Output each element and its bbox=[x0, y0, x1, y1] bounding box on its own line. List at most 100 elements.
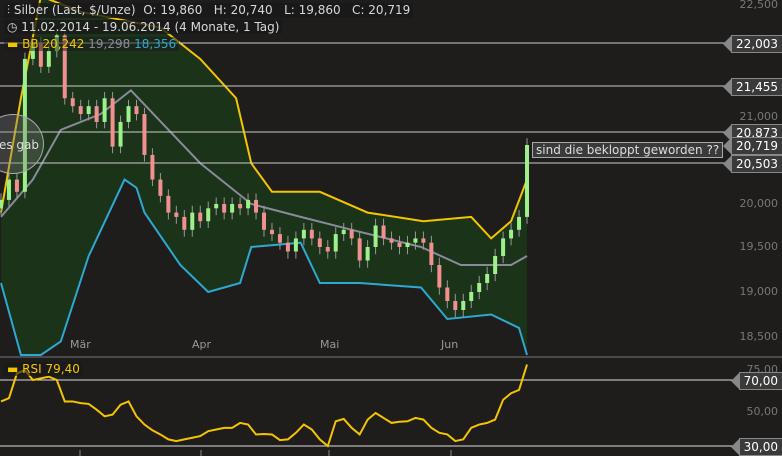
candle-body bbox=[357, 238, 362, 261]
price-tag: 21,455 bbox=[723, 78, 782, 96]
candle-body bbox=[214, 204, 219, 209]
candle-body bbox=[325, 247, 330, 252]
candle-body bbox=[94, 106, 99, 122]
instrument-name: Silber (Last, $/Unze) bbox=[13, 3, 136, 17]
candle-body bbox=[405, 242, 410, 247]
candle-body bbox=[453, 301, 458, 310]
price-tag: 22,003 bbox=[723, 35, 782, 53]
candle-body bbox=[469, 292, 474, 301]
legend-swatch-icon: ▬ bbox=[7, 37, 23, 51]
candle-body bbox=[485, 274, 490, 283]
y-tick: 19,500 bbox=[739, 240, 779, 253]
candle-body bbox=[46, 51, 51, 67]
price-tag: 20,719 bbox=[723, 137, 782, 155]
candle-body bbox=[78, 106, 83, 115]
candle-body bbox=[70, 98, 75, 107]
rsi-y-tick: 50,00 bbox=[746, 405, 779, 418]
candle-body bbox=[517, 216, 522, 230]
candle-body bbox=[254, 199, 259, 213]
bollinger-band-fill bbox=[1, 0, 528, 355]
rsi-label: RSI bbox=[22, 362, 42, 376]
candle-body bbox=[150, 154, 155, 180]
candle-body bbox=[126, 106, 131, 122]
bb-legend[interactable]: ▬ BB 20,242 19,298 18,356 bbox=[4, 37, 180, 51]
candle-body bbox=[206, 208, 211, 222]
candle-body bbox=[118, 121, 123, 147]
candle-body bbox=[309, 229, 314, 239]
bb-middle-value: 19,298 bbox=[88, 37, 131, 51]
candle-body bbox=[182, 216, 187, 230]
candle-body bbox=[477, 283, 482, 292]
rsi-line bbox=[0, 364, 528, 448]
rsi-level-tag: 30,00 bbox=[730, 438, 782, 456]
candle-body bbox=[6, 179, 11, 200]
candle-body bbox=[501, 238, 506, 256]
legend-swatch-icon: ▬ bbox=[7, 362, 23, 376]
candle-body bbox=[365, 247, 370, 261]
candle-body bbox=[349, 229, 354, 239]
candle-body bbox=[110, 98, 115, 147]
candle-body bbox=[285, 242, 290, 252]
rsi-legend[interactable]: ▬ RSI 79,40 bbox=[4, 362, 83, 376]
candle-body bbox=[509, 229, 514, 239]
candle-body bbox=[445, 287, 450, 301]
candle-body bbox=[293, 238, 298, 252]
candle-body bbox=[166, 195, 171, 213]
candle-body bbox=[381, 225, 386, 239]
candlestick-icon: ⫶ bbox=[7, 3, 14, 17]
candle-body bbox=[525, 145, 530, 217]
candle-body bbox=[238, 204, 243, 209]
candle-body bbox=[102, 98, 107, 122]
bb-lower-value: 18,356 bbox=[134, 37, 177, 51]
y-tick: 21,000 bbox=[739, 110, 779, 123]
candle-body bbox=[493, 256, 498, 274]
candle-body bbox=[86, 106, 91, 115]
candle-body bbox=[230, 204, 235, 213]
annotation-label[interactable]: sind die bekloppt geworden ?? bbox=[532, 142, 724, 158]
y-tick: 22,500 bbox=[739, 0, 779, 11]
candle-body bbox=[317, 238, 322, 247]
ohlc-values: O: 19,860 H: 20,740 L: 19,860 C: 20,719 bbox=[143, 3, 411, 17]
candle-body bbox=[222, 204, 227, 213]
y-tick: 19,000 bbox=[739, 285, 779, 298]
chart-window: ⫶ Silber (Last, $/Unze) O: 19,860 H: 20,… bbox=[0, 0, 782, 456]
bb-label: BB bbox=[22, 37, 39, 51]
candle-body bbox=[437, 265, 442, 288]
price-tag: 20,503 bbox=[723, 155, 782, 173]
chart-canvas[interactable] bbox=[0, 0, 782, 456]
candle-body bbox=[397, 242, 402, 247]
candle-body bbox=[301, 229, 306, 239]
x-tick: Jun bbox=[441, 338, 459, 351]
candle-body bbox=[389, 238, 394, 243]
candle-body bbox=[174, 212, 179, 217]
candle-body bbox=[277, 234, 282, 243]
x-tick: Mai bbox=[320, 338, 340, 351]
candle-body bbox=[190, 212, 195, 230]
date-range: ◷ 11.02.2014 - 19.06.2014 (4 Monate, 1 T… bbox=[4, 20, 283, 34]
candle-body bbox=[413, 238, 418, 243]
candle-body bbox=[429, 242, 434, 265]
candle-body bbox=[341, 229, 346, 235]
rsi-level-tag: 70,00 bbox=[730, 372, 782, 390]
candle-body bbox=[134, 106, 139, 115]
x-tick: Mär bbox=[70, 338, 91, 351]
candle-body bbox=[421, 238, 426, 243]
candle-body bbox=[198, 212, 203, 222]
candle-body bbox=[333, 234, 338, 252]
candle-body bbox=[373, 225, 378, 247]
y-tick: 20,000 bbox=[739, 197, 779, 210]
instrument-header: ⫶ Silber (Last, $/Unze) O: 19,860 H: 20,… bbox=[4, 3, 414, 18]
candle-body bbox=[246, 199, 251, 209]
candle-body bbox=[461, 301, 466, 310]
bb-upper-value: 20,242 bbox=[42, 37, 85, 51]
candle-body bbox=[14, 179, 19, 192]
x-tick: Apr bbox=[192, 338, 212, 351]
candle-body bbox=[158, 179, 163, 196]
rsi-value: 79,40 bbox=[45, 362, 80, 376]
candle-body bbox=[142, 114, 147, 155]
candle-body bbox=[262, 212, 267, 230]
candle-body bbox=[269, 229, 274, 235]
candle-body bbox=[0, 199, 3, 209]
y-tick: 18,500 bbox=[739, 330, 779, 343]
clock-icon: ◷ bbox=[7, 20, 22, 34]
